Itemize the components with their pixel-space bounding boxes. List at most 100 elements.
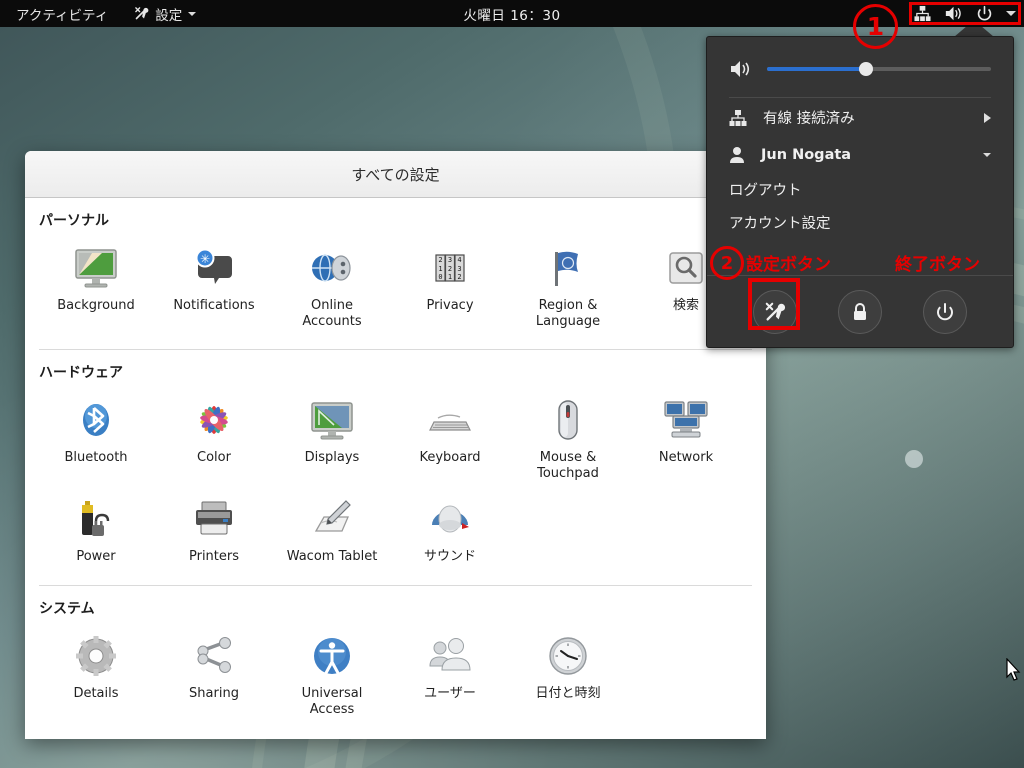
settings-item-printers[interactable]: Printers xyxy=(155,489,273,573)
settings-item-label: Printers xyxy=(188,549,240,565)
window-titlebar: すべての設定 xyxy=(25,151,766,198)
callout-marker-1: 1 xyxy=(853,4,898,49)
settings-item-label: Details xyxy=(73,685,119,701)
volume-slider[interactable] xyxy=(767,62,991,76)
settings-item-universal-access[interactable]: Universal Access xyxy=(273,626,391,725)
settings-item-label: Wacom Tablet xyxy=(286,549,378,565)
settings-item-color[interactable]: Color xyxy=(155,390,273,489)
settings-item-region-language[interactable]: Region & Language xyxy=(509,238,627,337)
bluetooth-icon xyxy=(83,404,109,437)
volume-slider-fill xyxy=(767,67,866,71)
chevron-down-icon[interactable] xyxy=(983,153,991,157)
svg-text:3: 3 xyxy=(457,265,461,273)
privacy-icon: 234 123 012 xyxy=(435,254,465,282)
settings-item-mouse-touchpad[interactable]: Mouse & Touchpad xyxy=(509,390,627,489)
mouse-cursor xyxy=(1006,658,1021,681)
svg-text:2: 2 xyxy=(448,265,452,273)
notifications-icon: ✳ xyxy=(195,248,232,284)
panel-grid-hardware: Bluetooth Color Displays Keyboard Mouse … xyxy=(25,386,766,577)
sound-icon xyxy=(432,505,469,533)
displays-icon xyxy=(311,402,353,440)
settings-item-sound[interactable]: サウンド xyxy=(391,489,509,573)
settings-item-displays[interactable]: Displays xyxy=(273,390,391,489)
settings-item-power[interactable]: Power xyxy=(37,489,155,573)
power-action-button[interactable] xyxy=(922,289,967,334)
power-icon[interactable] xyxy=(976,5,993,22)
network-wired-icon xyxy=(729,109,747,127)
chevron-right-icon[interactable] xyxy=(984,112,991,123)
sharing-icon xyxy=(197,636,231,673)
system-status-menu: 有線 接続済み Jun Nogata ログアウト アカウント設定 xyxy=(706,36,1014,348)
quit-button-annotation: 終了ボタン xyxy=(895,255,980,275)
settings-item-label: Universal Access xyxy=(301,685,363,717)
svg-text:2: 2 xyxy=(457,273,461,281)
settings-window: すべての設定 パーソナル Background ✳ Notifications … xyxy=(25,151,766,739)
settings-item-label: ユーザー xyxy=(424,685,476,701)
settings-item-users[interactable]: ユーザー xyxy=(391,626,509,725)
network-status-label: 有線 接続済み xyxy=(763,111,855,127)
svg-text:1: 1 xyxy=(448,273,452,281)
lock-icon xyxy=(853,302,866,320)
settings-item-background[interactable]: Background xyxy=(37,238,155,337)
details-icon xyxy=(76,635,116,676)
page-title: すべての設定 xyxy=(351,165,440,184)
settings-item-sharing[interactable]: Sharing xyxy=(155,626,273,725)
section-title-hardware: ハードウェア xyxy=(39,365,123,382)
settings-item-network[interactable]: Network xyxy=(627,390,745,489)
settings-item-notifications[interactable]: ✳ Notifications xyxy=(155,238,273,337)
color-icon xyxy=(200,406,228,435)
settings-item-wacom-tablet[interactable]: Wacom Tablet xyxy=(273,489,391,573)
lock-action-button[interactable] xyxy=(837,289,882,334)
volume-icon[interactable] xyxy=(944,5,963,22)
user-name-label: Jun Nogata xyxy=(761,147,852,163)
search-panel-icon xyxy=(669,252,703,284)
status-area[interactable] xyxy=(914,0,1024,27)
power-icon xyxy=(936,302,953,320)
users-icon xyxy=(429,637,471,671)
svg-text:4: 4 xyxy=(457,256,461,264)
keyboard-icon xyxy=(429,414,471,431)
settings-item-online-accounts[interactable]: Online Accounts xyxy=(273,238,391,337)
user-avatar-icon xyxy=(729,146,745,164)
settings-item-bluetooth[interactable]: Bluetooth xyxy=(37,390,155,489)
settings-item-privacy[interactable]: 234 123 012 Privacy xyxy=(391,238,509,337)
menu-item-account-settings[interactable]: アカウント設定 xyxy=(707,206,1013,239)
settings-item-details[interactable]: Details xyxy=(37,626,155,725)
menu-item-network[interactable]: 有線 接続済み xyxy=(707,98,1013,137)
network-wired-icon[interactable] xyxy=(914,5,931,22)
printers-icon xyxy=(196,501,232,535)
online-accounts-icon xyxy=(312,254,351,282)
settings-item-label: Sharing xyxy=(189,685,239,701)
datetime-icon xyxy=(549,637,587,675)
settings-item-datetime[interactable]: 日付と時刻 xyxy=(509,626,627,725)
section-title-personal: パーソナル xyxy=(39,213,109,229)
svg-text:✳: ✳ xyxy=(200,252,210,266)
settings-item-label: 日付と時刻 xyxy=(535,685,601,701)
settings-item-label: Network xyxy=(658,450,714,466)
settings-item-label: Background xyxy=(57,298,135,313)
menu-item-user[interactable]: Jun Nogata xyxy=(707,137,1013,173)
settings-item-label: Region & Language xyxy=(535,298,601,329)
chevron-down-icon[interactable] xyxy=(1006,11,1016,16)
menu-item-logout[interactable]: ログアウト xyxy=(707,173,1013,206)
network-panel-icon xyxy=(664,401,708,438)
volume-slider-row[interactable] xyxy=(707,37,1013,97)
settings-item-keyboard[interactable]: Keyboard xyxy=(391,390,509,489)
region-language-icon xyxy=(555,251,578,286)
universal-access-icon xyxy=(314,637,350,675)
settings-action-button[interactable] xyxy=(753,289,798,334)
settings-item-label: サウンド xyxy=(423,549,476,565)
mouse-touchpad-icon xyxy=(558,400,578,440)
settings-item-label: Power xyxy=(76,549,116,565)
settings-item-label: Keyboard xyxy=(419,450,481,466)
settings-item-label: Notifications xyxy=(173,298,255,313)
settings-item-label: Color xyxy=(197,450,231,466)
svg-text:2: 2 xyxy=(438,256,442,264)
volume-slider-knob[interactable] xyxy=(858,62,873,76)
svg-text:1: 1 xyxy=(438,265,442,273)
settings-panel-body: パーソナル Background ✳ Notifications Online … xyxy=(25,198,766,739)
settings-button-annotation: 設定ボタン xyxy=(746,255,831,275)
panel-grid-personal: Background ✳ Notifications Online Accoun… xyxy=(25,234,766,341)
system-menu-action-bar xyxy=(707,275,1013,347)
volume-icon xyxy=(729,59,751,79)
